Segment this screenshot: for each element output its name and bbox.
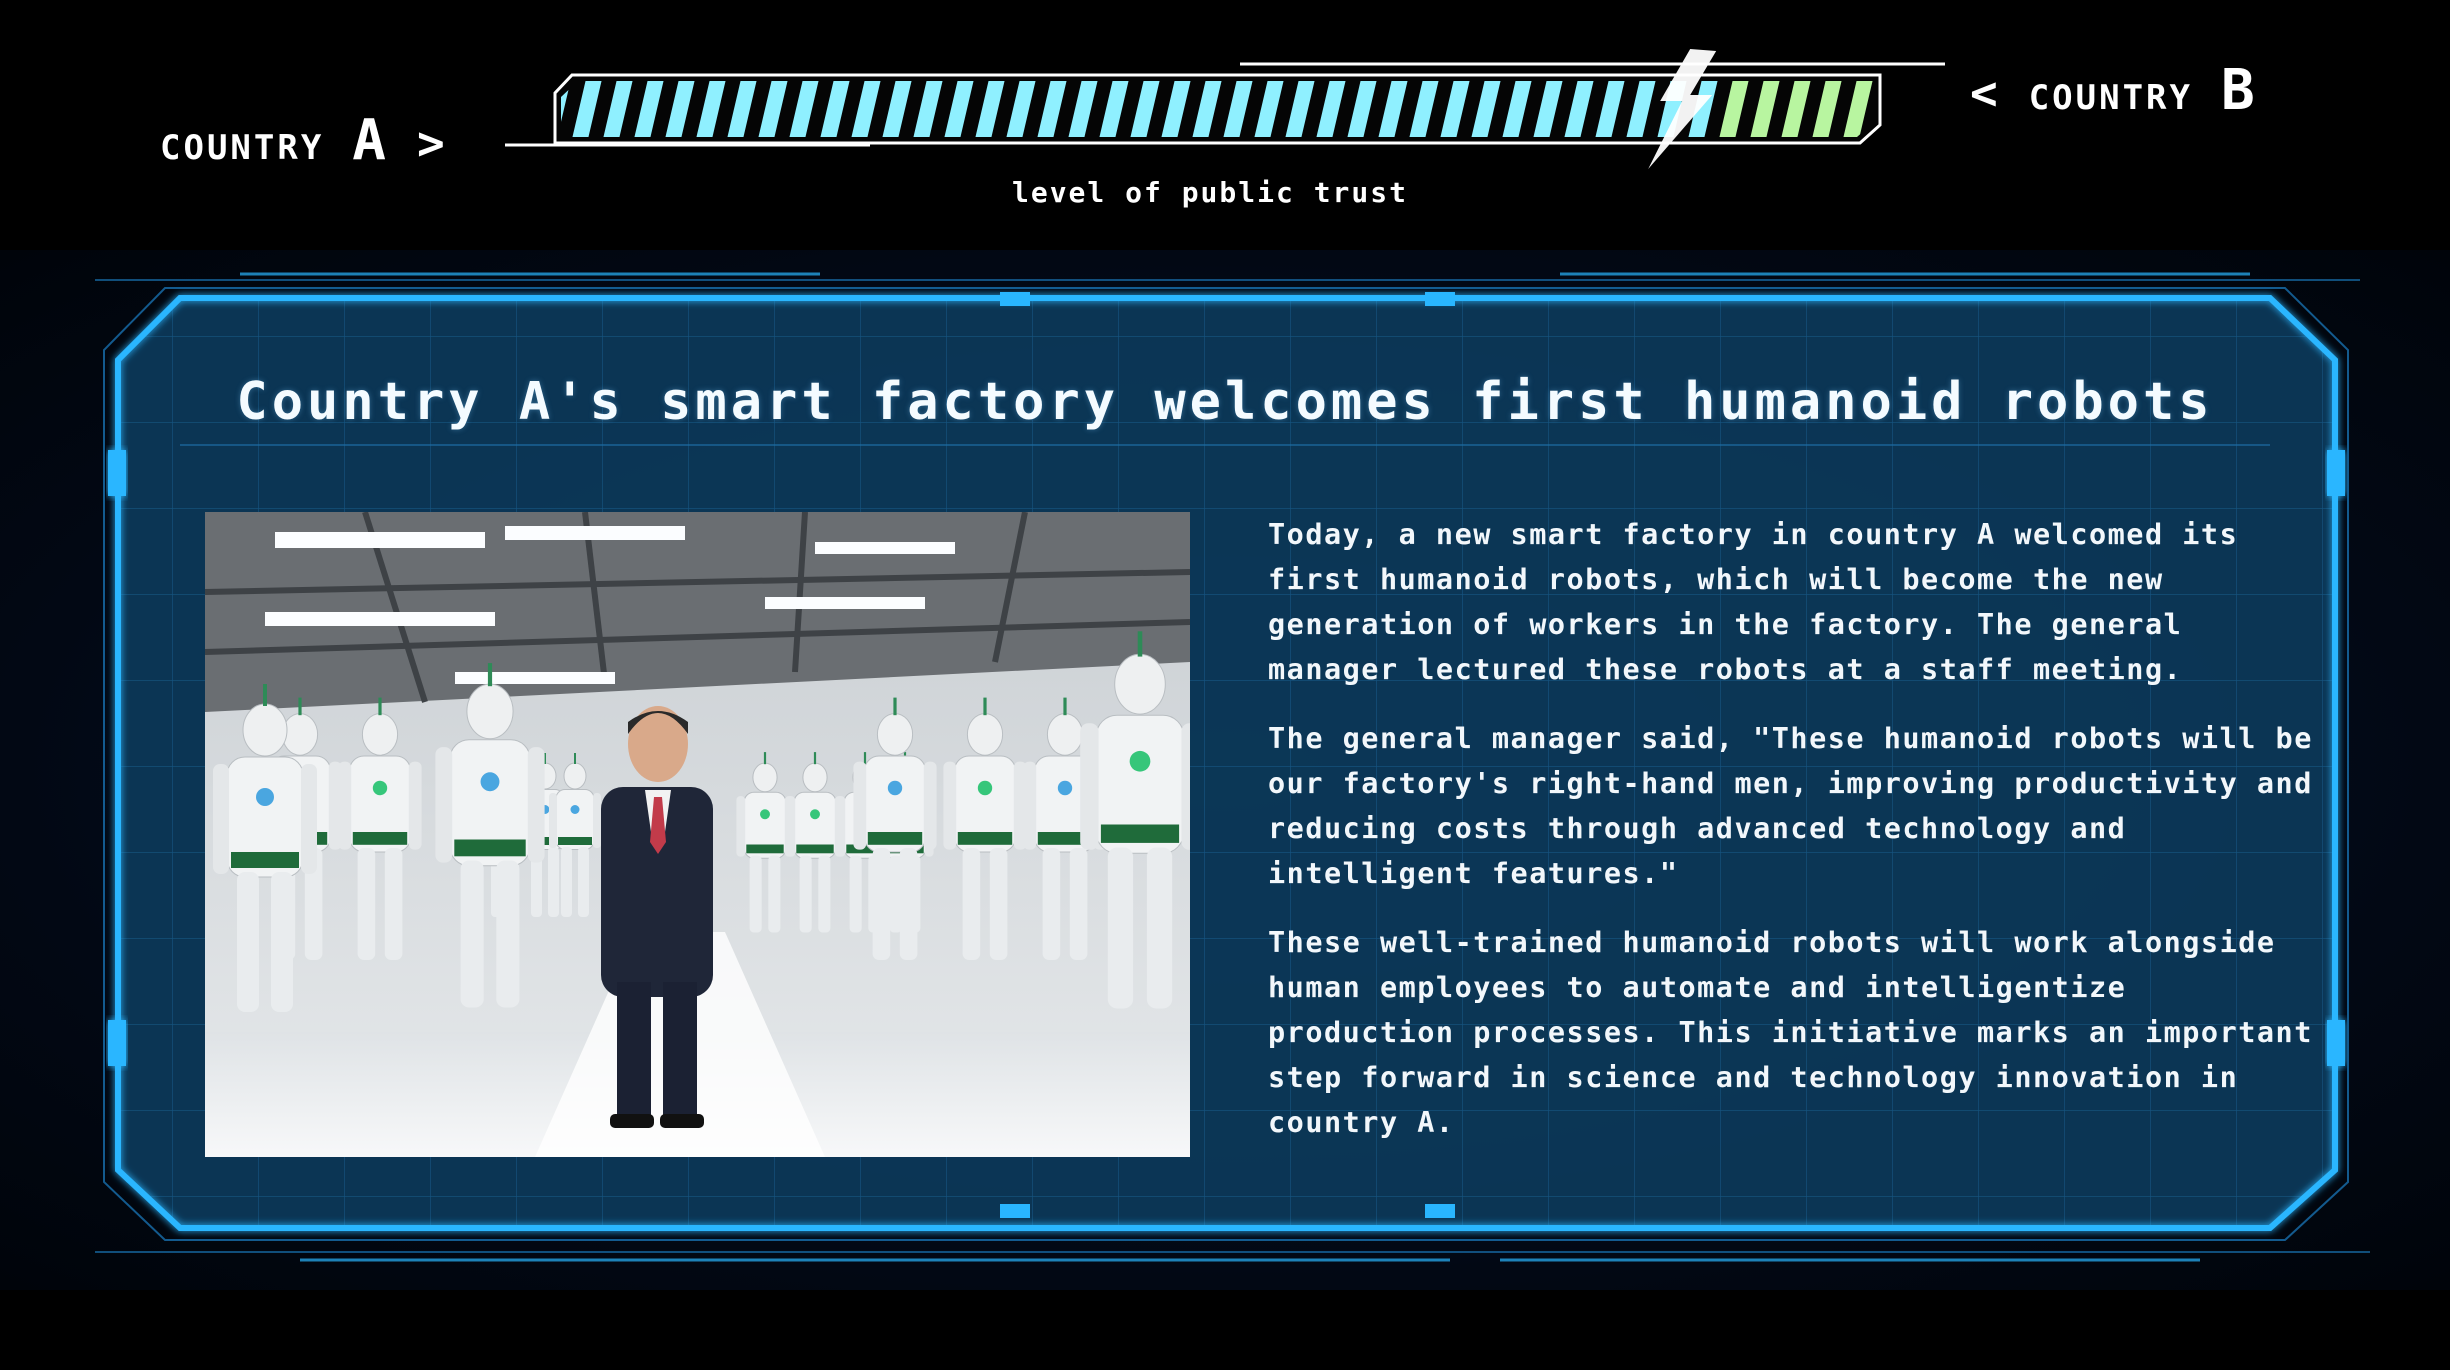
country-a-letter: A — [352, 108, 390, 173]
article-headline: Country A's smart factory welcomes first… — [236, 372, 2214, 432]
right-notch-top — [2327, 450, 2345, 496]
right-notch-bottom — [2327, 1020, 2345, 1066]
trust-hud: COUNTRY A > < COUNTRY B level of public … — [0, 0, 2450, 250]
bottom-letterbox — [0, 1290, 2450, 1370]
country-b-word: COUNTRY — [2028, 78, 2193, 118]
factory-robots-photo — [205, 512, 1190, 1157]
factory-scene-illustration — [205, 512, 1190, 1157]
article-paragraph-3: These well-trained humanoid robots will … — [1268, 926, 2313, 1139]
article-body: Today, a new smart factory in country A … — [1268, 512, 2328, 1169]
article-paragraph-1: Today, a new smart factory in country A … — [1268, 518, 2239, 686]
country-a-word: COUNTRY — [160, 128, 325, 168]
country-b-letter: B — [2221, 58, 2258, 123]
left-notch-bottom — [108, 1020, 126, 1066]
left-notch-top — [108, 450, 126, 496]
public-trust-bar — [505, 49, 1945, 169]
news-stage: Country A's smart factory welcomes first… — [0, 250, 2450, 1290]
country-a-label: COUNTRY A > — [160, 108, 448, 173]
country-b-arrow: < — [1970, 66, 2001, 120]
country-a-arrow: > — [417, 116, 448, 170]
article-paragraph-2: The general manager said, "These humanoi… — [1268, 722, 2313, 890]
country-b-label: < COUNTRY B — [1970, 58, 2258, 123]
trust-bar-caption: level of public trust — [1011, 176, 1408, 209]
